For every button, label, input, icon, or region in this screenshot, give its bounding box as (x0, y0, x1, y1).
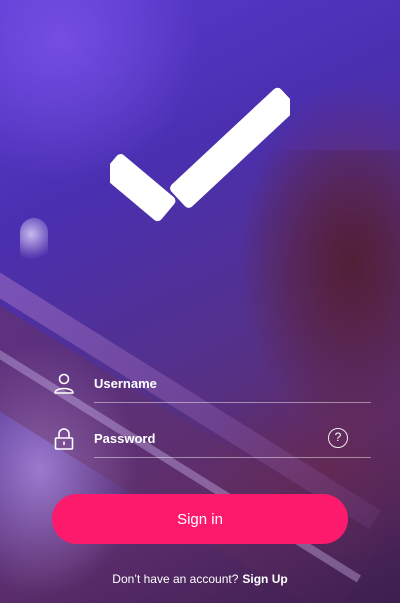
password-underline (94, 457, 371, 458)
username-underline (94, 402, 371, 403)
question-icon[interactable]: ? (328, 428, 348, 448)
user-icon (54, 373, 74, 394)
no-account-text: Don’t have an account? (112, 572, 239, 586)
username-field[interactable] (94, 368, 330, 398)
password-field[interactable] (94, 423, 330, 453)
lock-icon (54, 428, 74, 450)
username-row (52, 368, 370, 398)
signup-prompt: Don’t have an account? Sign Up (0, 572, 400, 586)
signin-button[interactable]: Sign in (52, 494, 348, 544)
signup-link[interactable]: Sign Up (242, 572, 287, 586)
password-row (52, 423, 370, 453)
checkmark-icon (110, 87, 290, 222)
